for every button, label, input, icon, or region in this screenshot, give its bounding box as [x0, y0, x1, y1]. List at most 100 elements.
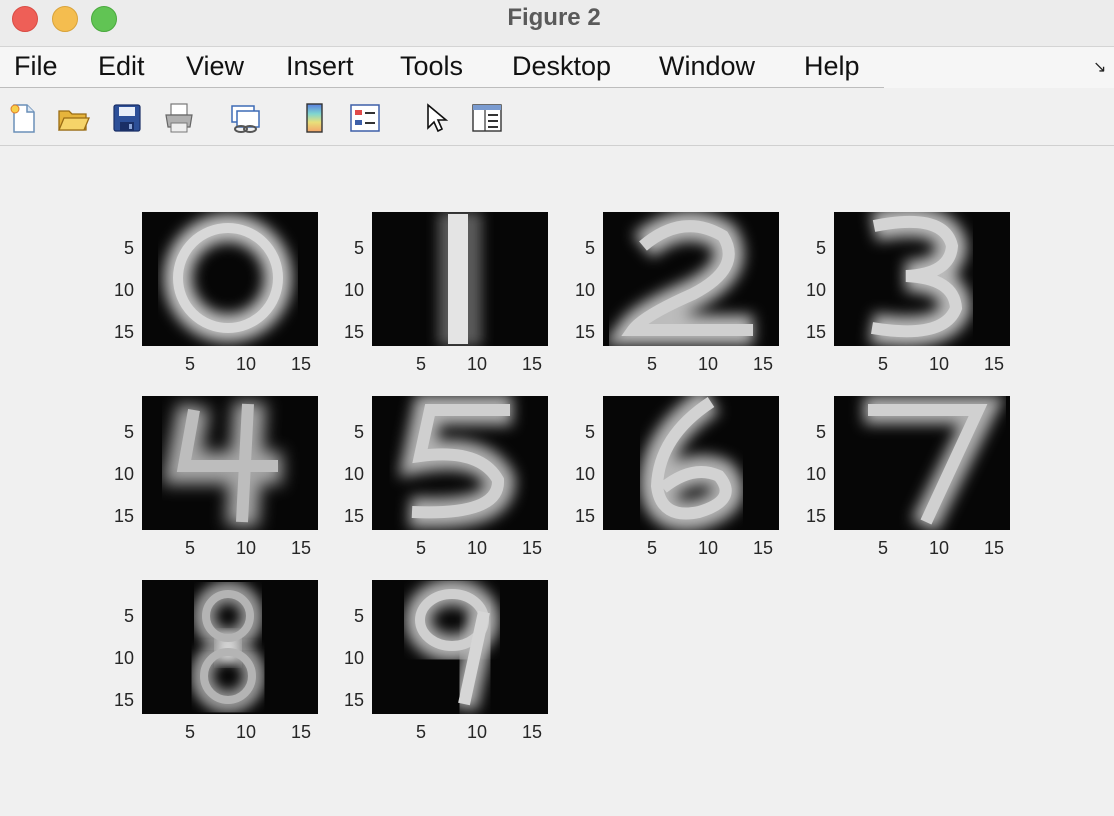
digit-8-xtick-10: 10	[235, 722, 257, 742]
digit-8-xtick-15: 15	[290, 722, 312, 742]
digit-7-ytick-15: 15	[805, 506, 826, 526]
digit-3-xtick-5: 5	[877, 354, 888, 374]
digit-5-ytick-15: 15	[343, 506, 364, 526]
edit-plot-arrow-icon[interactable]	[420, 101, 454, 135]
menu-file[interactable]: File	[14, 51, 58, 82]
digit-1-axes[interactable]	[372, 212, 548, 346]
digit-1-image	[372, 212, 548, 346]
digit-2-ytick-5: 5	[584, 238, 595, 258]
digit-9-xtick-5: 5	[415, 722, 426, 742]
digit-6-ytick-5: 5	[584, 422, 595, 442]
digit-3-ytick-10: 10	[805, 280, 826, 300]
digit-2-xtick-5: 5	[646, 354, 657, 374]
digit-0-axes[interactable]	[142, 212, 318, 346]
digit-1-xtick-5: 5	[415, 354, 426, 374]
digit-0-ytick-10: 10	[113, 280, 134, 300]
digit-1-ytick-10: 10	[343, 280, 364, 300]
open-property-inspector-icon[interactable]	[470, 101, 504, 135]
digit-6-ytick-10: 10	[574, 464, 595, 484]
digit-4-ytick-15: 15	[113, 506, 134, 526]
digit-5-ytick-5: 5	[353, 422, 364, 442]
digit-3-ytick-5: 5	[815, 238, 826, 258]
digit-4-axes[interactable]	[142, 396, 318, 530]
figure-canvas: 5 10 15 5 10 15 5 10 15 5 10 15 5 10 15 …	[0, 146, 1114, 816]
digit-7-ytick-10: 10	[805, 464, 826, 484]
digit-6-ytick-15: 15	[574, 506, 595, 526]
digit-4-ytick-5: 5	[123, 422, 134, 442]
digit-2-xtick-15: 15	[752, 354, 774, 374]
digit-3-xtick-15: 15	[983, 354, 1005, 374]
digit-4-xtick-15: 15	[290, 538, 312, 558]
digit-5-image	[372, 396, 548, 530]
window-title: Figure 2	[507, 4, 601, 31]
digit-1-xtick-10: 10	[466, 354, 488, 374]
dock-figure-icon[interactable]: ↘	[1093, 57, 1106, 77]
menu-bar: File Edit View Insert Tools Desktop Wind…	[0, 47, 1114, 88]
digit-0-ytick-5: 5	[123, 238, 134, 258]
digit-5-ytick-10: 10	[343, 464, 364, 484]
digit-7-xtick-5: 5	[877, 538, 888, 558]
menu-tools[interactable]: Tools	[400, 51, 463, 82]
digit-8-image	[142, 580, 318, 714]
digit-0-xtick-5: 5	[184, 354, 195, 374]
digit-7-axes[interactable]	[834, 396, 1010, 530]
digit-8-axes[interactable]	[142, 580, 318, 714]
digit-0-xtick-10: 10	[235, 354, 257, 374]
digit-9-xtick-10: 10	[466, 722, 488, 742]
menu-window[interactable]: Window	[659, 51, 755, 82]
menu-insert[interactable]: Insert	[286, 51, 354, 82]
digit-4-xtick-5: 5	[184, 538, 195, 558]
digit-6-axes[interactable]	[603, 396, 779, 530]
digit-9-axes[interactable]	[372, 580, 548, 714]
link-plot-icon[interactable]	[228, 101, 262, 135]
digit-7-xtick-15: 15	[983, 538, 1005, 558]
digit-2-ytick-15: 15	[574, 322, 595, 342]
digit-4-image	[142, 396, 318, 530]
print-icon[interactable]	[162, 101, 196, 135]
digit-6-image	[603, 396, 779, 530]
menu-desktop[interactable]: Desktop	[512, 51, 611, 82]
digit-8-ytick-15: 15	[113, 690, 134, 710]
save-icon[interactable]	[110, 101, 144, 135]
digit-5-axes[interactable]	[372, 396, 548, 530]
digit-9-ytick-10: 10	[343, 648, 364, 668]
digit-2-xtick-10: 10	[697, 354, 719, 374]
digit-8-ytick-10: 10	[113, 648, 134, 668]
digit-7-xtick-10: 10	[928, 538, 950, 558]
digit-5-xtick-10: 10	[466, 538, 488, 558]
figure-toolbar	[0, 89, 1114, 146]
digit-3-ytick-15: 15	[805, 322, 826, 342]
insert-colorbar-icon[interactable]	[298, 101, 332, 135]
menu-help[interactable]: Help	[804, 51, 860, 82]
digit-0-ytick-15: 15	[113, 322, 134, 342]
digit-0-xtick-15: 15	[290, 354, 312, 374]
digit-2-axes[interactable]	[603, 212, 779, 346]
digit-2-ytick-10: 10	[574, 280, 595, 300]
digit-9-ytick-5: 5	[353, 606, 364, 626]
window-titlebar: Figure 2	[0, 0, 1114, 47]
menu-divider	[0, 87, 884, 88]
digit-9-image	[372, 580, 548, 714]
digit-7-image	[834, 396, 1010, 530]
digit-6-xtick-5: 5	[646, 538, 657, 558]
digit-6-xtick-10: 10	[697, 538, 719, 558]
digit-2-image	[603, 212, 779, 346]
menu-view[interactable]: View	[186, 51, 244, 82]
digit-3-xtick-10: 10	[928, 354, 950, 374]
digit-0-image	[142, 212, 318, 346]
insert-legend-icon[interactable]	[348, 101, 382, 135]
digit-3-axes[interactable]	[834, 212, 1010, 346]
new-figure-icon[interactable]	[6, 101, 40, 135]
digit-5-xtick-5: 5	[415, 538, 426, 558]
menu-edit[interactable]: Edit	[98, 51, 145, 82]
digit-1-ytick-5: 5	[353, 238, 364, 258]
digit-9-xtick-15: 15	[521, 722, 543, 742]
digit-3-image	[834, 212, 1010, 346]
digit-5-xtick-15: 15	[521, 538, 543, 558]
open-file-icon[interactable]	[56, 101, 90, 135]
digit-8-ytick-5: 5	[123, 606, 134, 626]
digit-4-ytick-10: 10	[113, 464, 134, 484]
digit-1-xtick-15: 15	[521, 354, 543, 374]
digit-4-xtick-10: 10	[235, 538, 257, 558]
digit-7-ytick-5: 5	[815, 422, 826, 442]
